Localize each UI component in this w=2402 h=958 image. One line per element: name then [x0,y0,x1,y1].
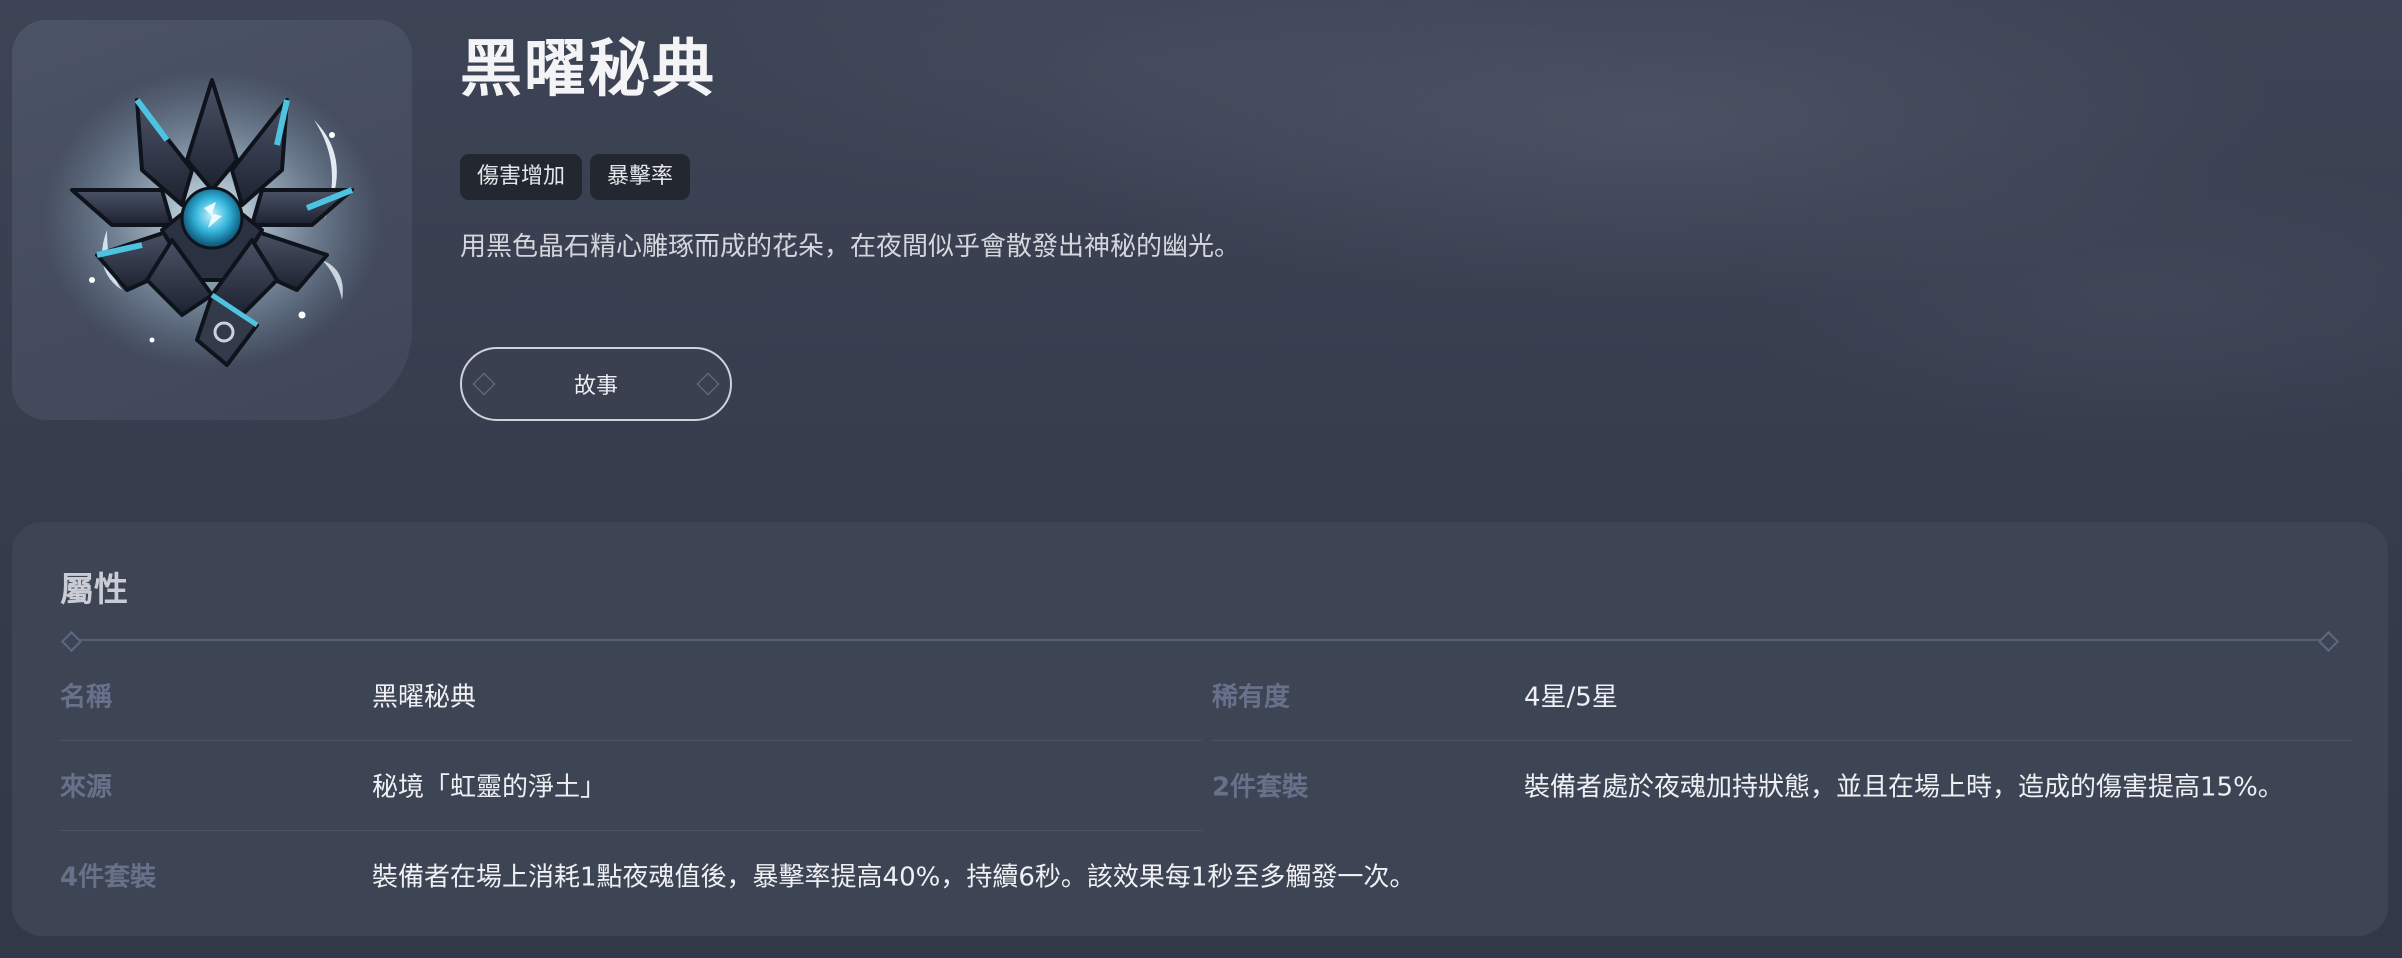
divider-diamond-icon [60,630,83,653]
story-button-label: 故事 [573,374,618,399]
attr-label: 稀有度 [1212,682,1291,713]
attr-row-name: 名稱 黑曜秘典 [60,650,1202,741]
diamond-ornament-icon [472,372,496,396]
tag-list: 傷害增加 暴擊率 [460,154,691,200]
attr-label: 4件套裝 [60,862,157,893]
attr-value: 裝備者在場上消耗1點夜魂值後，暴擊率提高40%，持續6秒。該效果每1秒至多觸發一… [372,862,1416,893]
attributes-title: 屬性 [60,570,128,610]
divider-line [78,639,2322,641]
tag-damage-bonus: 傷害增加 [460,154,583,200]
attr-row-source: 來源 秘境「虹靈的淨土」 [60,740,1202,831]
divider-diamond-icon [2317,630,2340,653]
attr-value: 裝備者處於夜魂加持狀態，並且在場上時，造成的傷害提高15%。 [1524,772,2284,803]
attr-label: 來源 [60,772,113,803]
story-button[interactable]: 故事 [460,347,732,421]
ornamental-divider [60,630,2340,653]
attr-label: 2件套裝 [1212,772,1309,803]
attr-row-rarity: 稀有度 4星/5星 [1212,650,2352,741]
attributes-panel: 屬性 名稱 黑曜秘典 稀有度 4星/5星 來源 秘境「虹靈的淨土」 2件套裝 裝… [12,522,2388,936]
item-title: 黑曜秘典 [460,32,717,105]
obsidian-lotus-artifact-icon [42,70,382,370]
attr-row-2piece-set: 2件套裝 裝備者處於夜魂加持狀態，並且在場上時，造成的傷害提高15%。 [1212,740,2352,830]
item-description: 用黑色晶石精心雕琢而成的花朵，在夜間似乎會散發出神秘的幽光。 [460,232,1241,262]
attr-label: 名稱 [60,682,113,713]
attr-value: 黑曜秘典 [372,682,477,713]
attr-row-4piece-set: 4件套裝 裝備者在場上消耗1點夜魂值後，暴擊率提高40%，持續6秒。該效果每1秒… [60,830,2352,920]
artifact-icon-card [12,20,412,420]
attr-value: 秘境「虹靈的淨土」 [372,772,607,803]
diamond-ornament-icon [696,372,720,396]
attr-value: 4星/5星 [1524,682,1618,713]
tag-crit-rate: 暴擊率 [590,154,691,200]
